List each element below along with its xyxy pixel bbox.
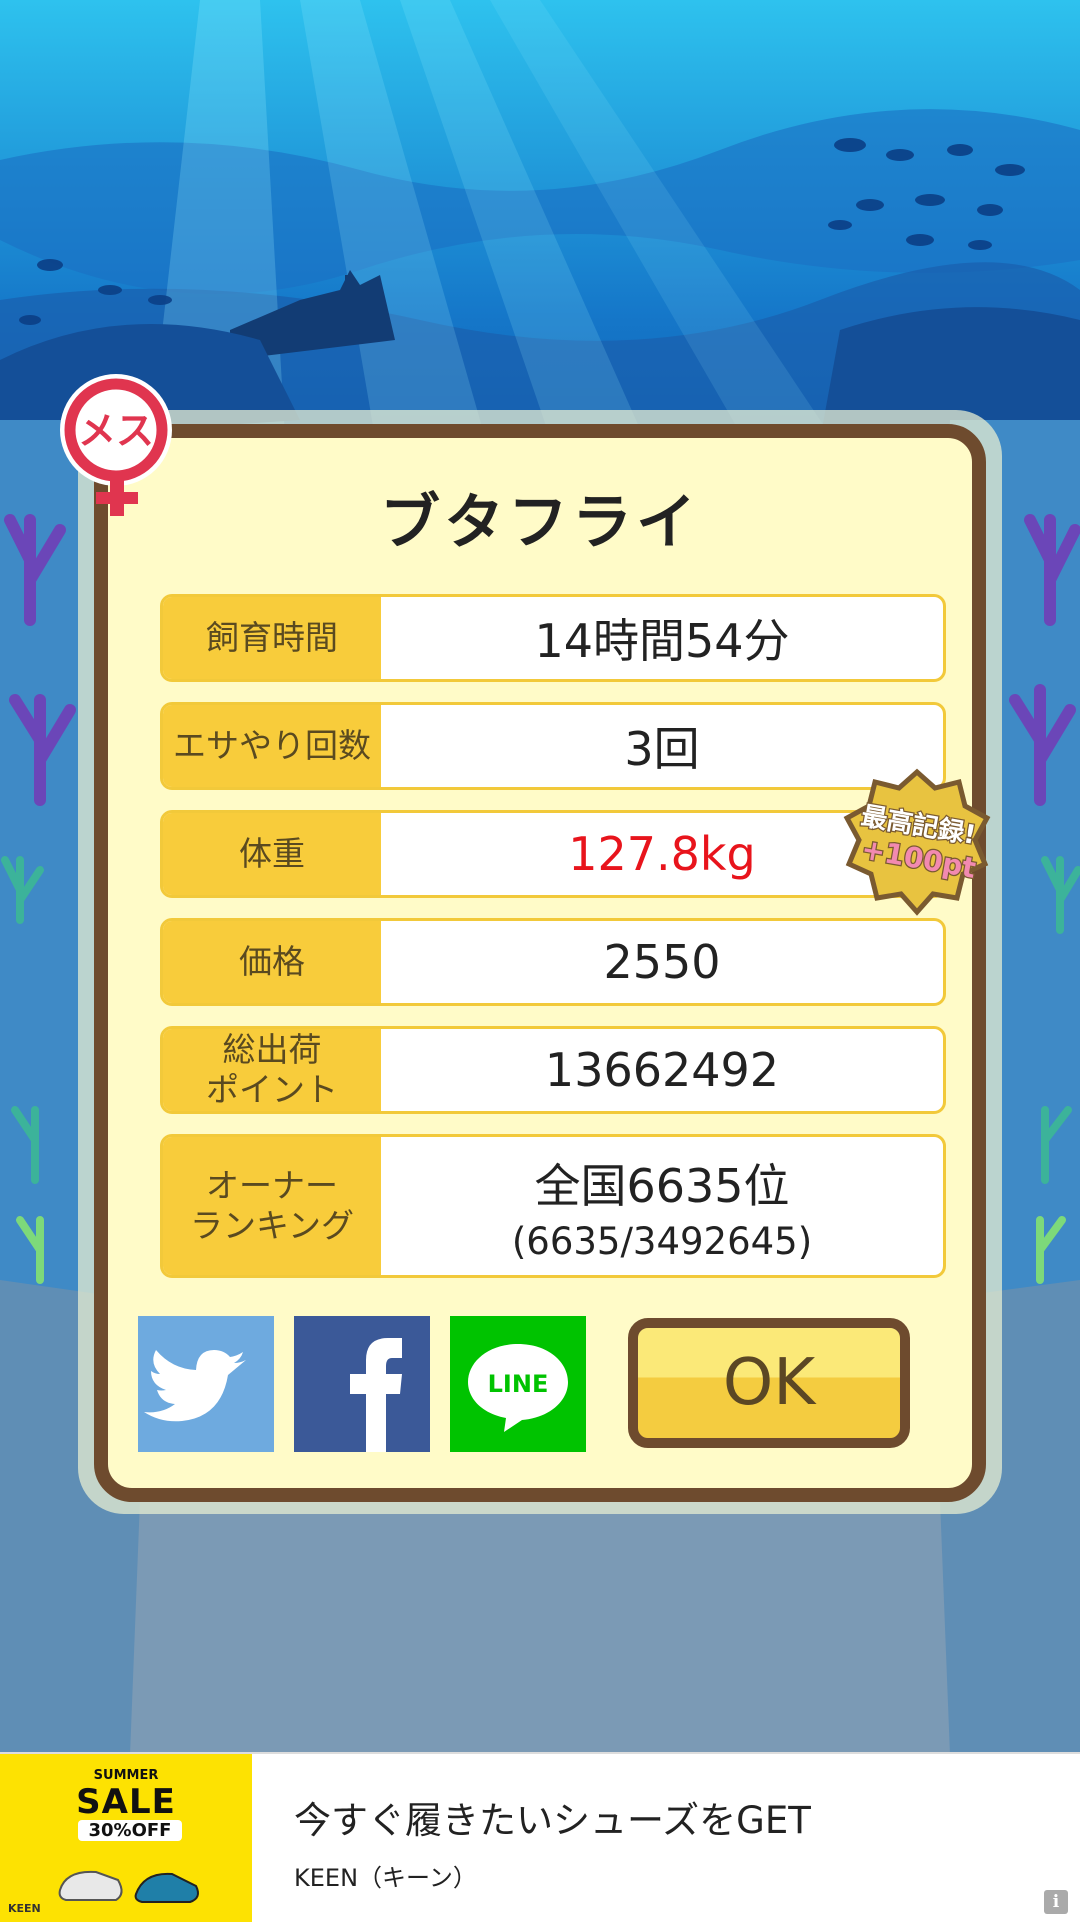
female-icon-label: メス <box>78 409 154 453</box>
ad-summer-text: SUMMER <box>93 1768 159 1783</box>
stat-label: 飼育時間 <box>163 597 381 679</box>
ad-sale-text: SALE <box>76 1782 176 1822</box>
stat-row-price: 価格 2550 <box>160 918 946 1006</box>
line-logo-icon: LINE <box>468 1344 568 1432</box>
stat-label: 総出荷 ポイント <box>163 1029 381 1111</box>
stat-label-line: 総出荷 <box>222 1029 322 1069</box>
ranking-value: 全国6635位 <box>534 1158 790 1213</box>
stat-label: 体重 <box>163 813 381 895</box>
twitter-bird-icon <box>144 1350 246 1422</box>
dialog-title: ブタフライ <box>380 488 700 558</box>
ok-button[interactable]: OK <box>628 1318 910 1448</box>
stat-row-total-shipping-points: 総出荷 ポイント 13662492 <box>160 1026 946 1114</box>
facebook-share-button[interactable] <box>294 1316 430 1452</box>
stat-row-owner-ranking: オーナー ランキング 全国6635位 (6635/3492645) <box>160 1134 946 1278</box>
ad-keen-logo: KEEN <box>8 1902 41 1915</box>
ranking-detail: (6635/3492645) <box>511 1219 813 1263</box>
twitter-share-button[interactable] <box>138 1316 274 1452</box>
female-icon: メス <box>60 374 172 516</box>
stat-row-feed-count: エサやり回数 3回 <box>160 702 946 790</box>
stat-value: 13662492 <box>544 1043 780 1097</box>
stat-value: 全国6635位 (6635/3492645) <box>381 1137 943 1275</box>
stat-row-breeding-time: 飼育時間 14時間54分 <box>160 594 946 682</box>
stat-label-line: ポイント <box>206 1070 338 1109</box>
ad-headline[interactable]: 今すぐ履きたいシューズをGET <box>294 1790 811 1844</box>
stat-label-line: オーナー <box>205 1165 338 1205</box>
ad-advertiser: KEEN（キーン） <box>294 1864 477 1892</box>
stat-value: 14時間54分 <box>534 614 790 668</box>
ad-banner[interactable]: SUMMER SALE 30%OFF KEEN 今すぐ履きたいシューズをGET … <box>0 1752 1080 1922</box>
shoe-icon <box>58 1870 199 1903</box>
facebook-f-icon <box>350 1338 402 1452</box>
ad-info-icon[interactable]: i <box>1044 1890 1068 1914</box>
result-dialog: ブタフライ 飼育時間 14時間54分 エサやり回数 3回 体重 127.8kg … <box>94 424 991 1502</box>
record-badge: 最高記録! +100pt <box>843 768 991 916</box>
stat-value: 2550 <box>603 935 721 989</box>
stat-label-line: ランキング <box>189 1206 354 1245</box>
stat-row-weight: 体重 127.8kg <box>160 810 946 898</box>
line-share-button[interactable]: LINE <box>450 1316 586 1452</box>
stat-label: 価格 <box>163 921 381 1003</box>
line-logo-text: LINE <box>488 1370 549 1398</box>
ad-image[interactable]: SUMMER SALE 30%OFF KEEN <box>0 1754 252 1922</box>
stat-label: エサやり回数 <box>163 705 381 787</box>
ad-discount-text: 30%OFF <box>78 1820 182 1841</box>
stat-label: オーナー ランキング <box>163 1137 381 1275</box>
